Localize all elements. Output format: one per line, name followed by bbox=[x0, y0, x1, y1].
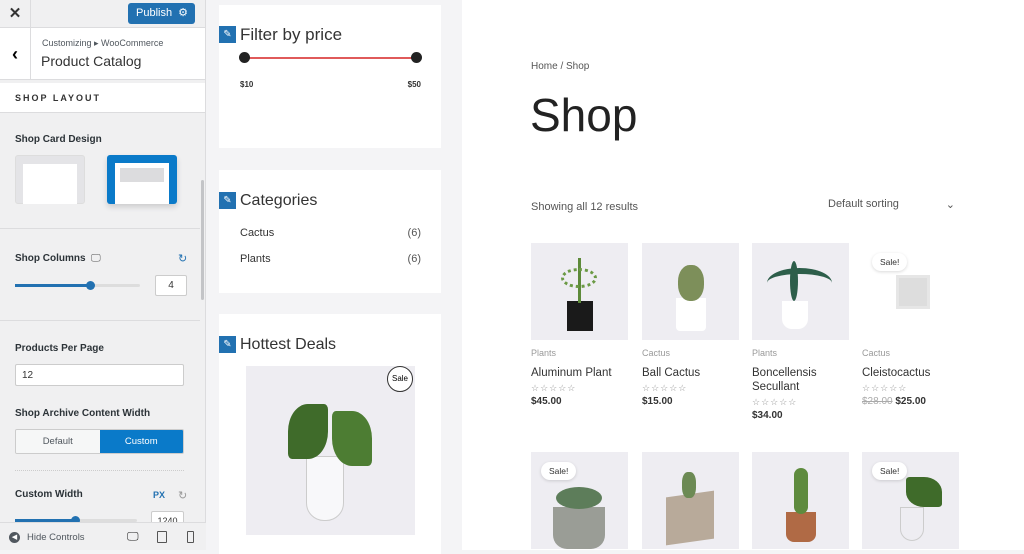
close-button[interactable]: ✕ bbox=[0, 0, 31, 28]
product-category[interactable]: Plants bbox=[752, 348, 849, 358]
min-price-handle[interactable] bbox=[239, 52, 250, 63]
hottest-deals-widget: ✎ Hottest Deals Sale bbox=[219, 314, 441, 554]
product-price: $15.00 bbox=[642, 396, 673, 407]
reset-width-icon[interactable]: ↻ bbox=[178, 489, 187, 502]
per-page-input[interactable]: 12 bbox=[15, 364, 184, 386]
width-default-option[interactable]: Default bbox=[16, 430, 100, 453]
sale-badge: Sale! bbox=[872, 253, 908, 271]
max-price-handle[interactable] bbox=[411, 52, 422, 63]
product-card[interactable]: Sale! Cactus Cleistocactus ☆☆☆☆☆ $28.00 … bbox=[862, 243, 959, 407]
result-count: Showing all 12 results bbox=[531, 201, 639, 213]
custom-width-label: Custom Width bbox=[15, 489, 83, 500]
shop-sidebar-widgets: ✎ Filter by price $10 $50 ✎ Categories C… bbox=[207, 0, 462, 554]
old-price: $28.00 bbox=[862, 396, 893, 407]
price-filter-title: Filter by price bbox=[240, 25, 343, 44]
edit-pencil-icon[interactable]: ✎ bbox=[219, 192, 236, 209]
category-count: (6) bbox=[407, 253, 421, 265]
price-filter-widget: ✎ Filter by price $10 $50 bbox=[219, 5, 441, 148]
gear-icon[interactable]: ⚙ bbox=[178, 3, 188, 24]
product-image[interactable]: Sale! bbox=[531, 452, 628, 549]
product-card[interactable]: Plants Aluminum Plant ☆☆☆☆☆ $45.00 bbox=[531, 243, 628, 407]
sorting-select[interactable]: Default sorting ⌄ bbox=[828, 198, 958, 211]
rating-stars: ☆☆☆☆☆ bbox=[862, 383, 908, 393]
scrollbar[interactable] bbox=[201, 180, 204, 300]
product-category[interactable]: Cactus bbox=[642, 348, 739, 358]
category-link-cactus[interactable]: Cactus bbox=[240, 227, 274, 239]
customizer-sidebar: ✕ Publish ⚙ ‹ Customizing ▸ WooCommerce P… bbox=[0, 0, 206, 550]
rating-stars: ☆☆☆☆☆ bbox=[642, 383, 688, 393]
product-name[interactable]: Cleistocactus bbox=[862, 366, 959, 380]
product-category[interactable]: Plants bbox=[531, 348, 628, 358]
product-price: $34.00 bbox=[752, 410, 783, 421]
product-name[interactable]: Boncellensis Secullant bbox=[752, 366, 849, 394]
shop-title: Shop bbox=[530, 89, 638, 141]
placeholder-image-icon bbox=[896, 275, 930, 309]
product-name[interactable]: Ball Cactus bbox=[642, 366, 739, 380]
product-image[interactable] bbox=[752, 243, 849, 340]
product-price: $45.00 bbox=[531, 396, 562, 407]
publish-label: Publish bbox=[136, 7, 173, 19]
hottest-deals-title: Hottest Deals bbox=[240, 336, 337, 353]
product-card[interactable]: Sale! bbox=[531, 452, 628, 549]
per-page-label: Products Per Page bbox=[15, 343, 104, 354]
categories-widget: ✎ Categories Cactus (6) Plants (6) bbox=[219, 170, 441, 293]
rating-stars: ☆☆☆☆☆ bbox=[752, 397, 798, 407]
breadcrumb: Customizing ▸ WooCommerce bbox=[42, 38, 164, 48]
product-image[interactable]: Sale! bbox=[862, 243, 959, 340]
deal-product-image[interactable]: Sale bbox=[246, 366, 415, 535]
edit-pencil-icon[interactable]: ✎ bbox=[219, 26, 236, 43]
product-card[interactable]: Cactus Ball Cactus ☆☆☆☆☆ $15.00 bbox=[642, 243, 739, 407]
product-card[interactable]: Plants Boncellensis Secullant ☆☆☆☆☆ $34.… bbox=[752, 243, 849, 421]
hide-controls-button[interactable]: Hide Controls bbox=[27, 532, 85, 543]
desktop-icon[interactable]: 🖵 bbox=[91, 253, 101, 264]
product-card[interactable] bbox=[642, 452, 739, 549]
rating-stars: ☆☆☆☆☆ bbox=[531, 383, 577, 393]
chevron-down-icon: ⌄ bbox=[945, 199, 955, 211]
card-design-label: Shop Card Design bbox=[15, 134, 102, 145]
categories-title: Categories bbox=[240, 192, 318, 209]
shop-columns-label: Shop Columns bbox=[15, 253, 86, 264]
desktop-preview-icon[interactable]: 🖵 bbox=[127, 529, 139, 544]
shop-columns-input[interactable]: 4 bbox=[155, 275, 187, 296]
product-card[interactable] bbox=[752, 452, 849, 549]
back-button[interactable]: ‹ bbox=[0, 28, 31, 80]
publish-button[interactable]: Publish ⚙ bbox=[128, 3, 195, 24]
panel-title: Product Catalog bbox=[41, 53, 142, 69]
max-price: $50 bbox=[407, 80, 421, 89]
reset-icon[interactable]: ↻ bbox=[178, 252, 187, 265]
sale-badge: Sale bbox=[387, 366, 413, 392]
edit-pencil-icon[interactable]: ✎ bbox=[219, 336, 236, 353]
product-card[interactable]: Sale! bbox=[862, 452, 959, 549]
product-name[interactable]: Aluminum Plant bbox=[531, 366, 628, 380]
product-image[interactable] bbox=[642, 452, 739, 549]
min-price: $10 bbox=[240, 80, 254, 89]
width-custom-option[interactable]: Custom bbox=[99, 430, 183, 453]
unit-px[interactable]: PX bbox=[153, 490, 165, 500]
section-title: SHOP LAYOUT bbox=[0, 83, 205, 113]
tablet-preview-icon[interactable] bbox=[157, 531, 167, 543]
product-image[interactable] bbox=[642, 243, 739, 340]
category-link-plants[interactable]: Plants bbox=[240, 253, 271, 265]
product-category[interactable]: Cactus bbox=[862, 348, 959, 358]
hide-controls-icon[interactable]: ◀ bbox=[9, 532, 20, 543]
category-count: (6) bbox=[407, 227, 421, 239]
product-price: $25.00 bbox=[895, 396, 926, 407]
shop-main: Home / Shop Shop Showing all 12 results … bbox=[462, 0, 1024, 550]
sale-badge: Sale! bbox=[872, 462, 908, 480]
content-width-label: Shop Archive Content Width bbox=[15, 408, 151, 419]
mobile-preview-icon[interactable] bbox=[187, 531, 194, 543]
card-design-list-option[interactable] bbox=[107, 155, 177, 204]
product-image[interactable]: Sale! bbox=[862, 452, 959, 549]
sorting-value: Default sorting bbox=[828, 198, 899, 210]
product-image[interactable] bbox=[531, 243, 628, 340]
card-design-grid-option[interactable] bbox=[15, 155, 85, 204]
sale-badge: Sale! bbox=[541, 462, 577, 480]
shop-breadcrumb[interactable]: Home / Shop bbox=[531, 61, 589, 72]
product-image[interactable] bbox=[752, 452, 849, 549]
shop-columns-slider[interactable] bbox=[15, 281, 140, 290]
